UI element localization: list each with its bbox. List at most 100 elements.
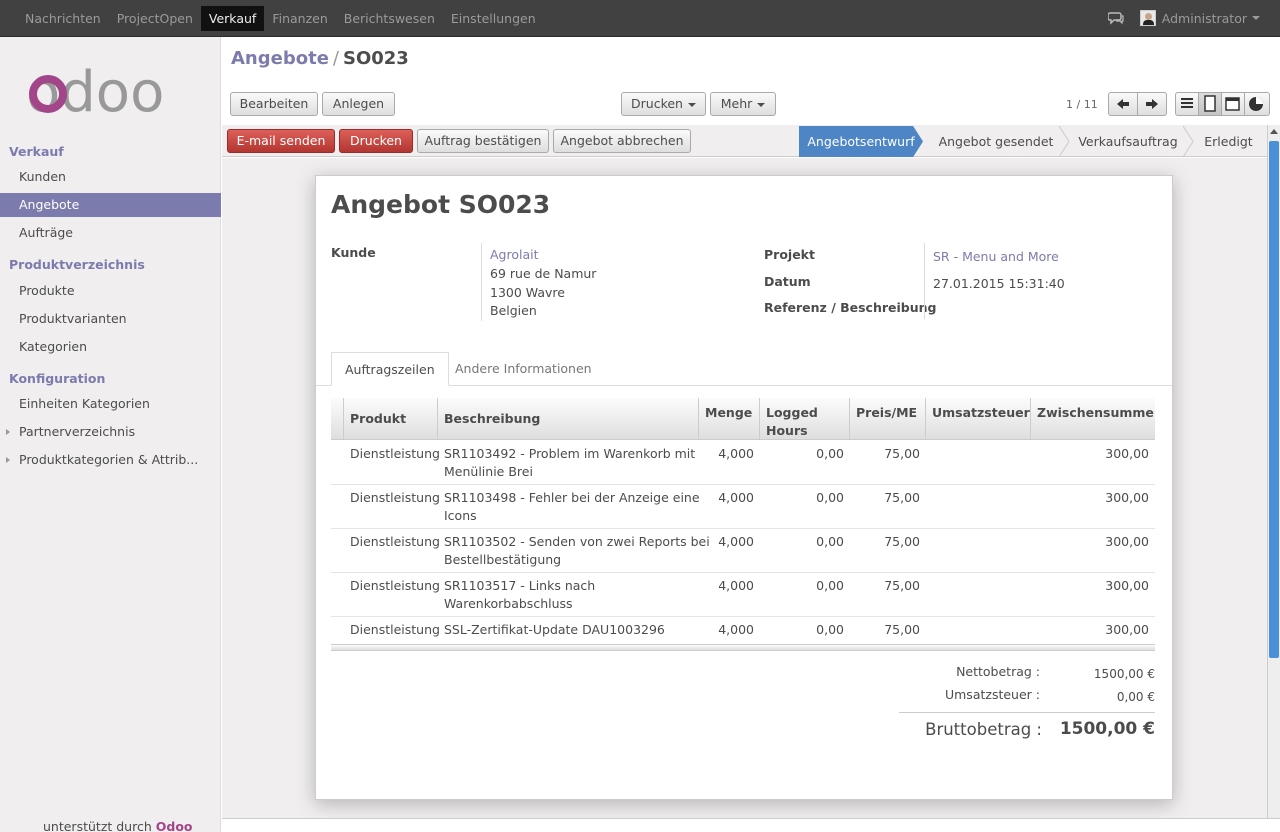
- cell-logged-hours[interactable]: 0,00: [759, 533, 844, 551]
- column-header-product[interactable]: Produkt: [350, 410, 406, 428]
- row-divider: [331, 572, 1155, 573]
- expand-arrow-icon[interactable]: [6, 457, 10, 463]
- customer-link[interactable]: Agrolait: [490, 247, 539, 262]
- cell-quantity[interactable]: 4,000: [698, 533, 754, 551]
- sidebar-item-produktvarianten[interactable]: Produktvarianten: [0, 307, 221, 331]
- menu-einstellungen[interactable]: Einstellungen: [443, 6, 544, 31]
- sidebar-item-einheiten-kategorien[interactable]: Einheiten Kategorien: [0, 392, 221, 416]
- cell-subtotal[interactable]: 300,00: [1030, 621, 1149, 639]
- menu-berichtswesen[interactable]: Berichtswesen: [336, 6, 443, 31]
- cell-price[interactable]: 75,00: [849, 489, 920, 507]
- scrollbar-thumb[interactable]: [1269, 141, 1279, 658]
- cancel-quotation-button[interactable]: Angebot abbrechen: [553, 129, 691, 153]
- cell-description[interactable]: SR1103498 - Fehler bei der Anzeige eine: [444, 489, 700, 507]
- column-header-tax[interactable]: Umsatzsteuer: [932, 404, 1030, 422]
- tab-auftragszeilen[interactable]: Auftragszeilen: [331, 352, 449, 386]
- cell-product[interactable]: Dienstleistung: [350, 621, 440, 639]
- stage-erledigt[interactable]: Erledigt: [1196, 126, 1261, 157]
- section-verkauf: Verkauf: [9, 144, 64, 159]
- column-header-subtotal[interactable]: Zwischensumme: [1037, 404, 1154, 422]
- cell-product[interactable]: Dienstleistung: [350, 533, 440, 551]
- breadcrumb-current: SO023: [342, 48, 409, 69]
- sidebar-item-kategorien[interactable]: Kategorien: [0, 335, 221, 359]
- row-divider: [331, 484, 1155, 485]
- sidebar-item-kunden[interactable]: Kunden: [0, 165, 221, 189]
- sidebar-item-partnerverzeichnis[interactable]: Partnerverzeichnis: [0, 420, 221, 444]
- calendar-view-button[interactable]: [1221, 92, 1245, 116]
- chat-icon[interactable]: [1107, 11, 1124, 25]
- menu-finanzen[interactable]: Finanzen: [264, 6, 335, 31]
- print-dropdown[interactable]: Drucken: [621, 92, 706, 116]
- cell-logged-hours[interactable]: 0,00: [759, 577, 844, 595]
- column-header-quantity[interactable]: Menge: [705, 404, 752, 422]
- powered-by-link[interactable]: Odoo: [156, 819, 193, 832]
- cell-quantity[interactable]: 4,000: [698, 577, 754, 595]
- sidebar-item-angebote[interactable]: Angebote: [0, 193, 221, 217]
- confirm-order-button[interactable]: Auftrag bestätigen: [417, 129, 549, 153]
- stage-angebot-gesendet[interactable]: Angebot gesendet: [932, 126, 1060, 157]
- print-button[interactable]: Drucken: [339, 129, 413, 153]
- cell-logged-hours[interactable]: 0,00: [759, 445, 844, 463]
- cell-price[interactable]: 75,00: [849, 621, 920, 639]
- cell-subtotal[interactable]: 300,00: [1030, 533, 1149, 551]
- cell-description[interactable]: SR1103502 - Senden von zwei Reports bei: [444, 533, 710, 551]
- cell-price[interactable]: 75,00: [849, 533, 920, 551]
- column-separator: [698, 398, 699, 440]
- cell-quantity[interactable]: 4,000: [698, 621, 754, 639]
- arrow-right-icon: [1146, 99, 1158, 109]
- cell-price[interactable]: 75,00: [849, 445, 920, 463]
- graph-view-button[interactable]: [1244, 92, 1270, 116]
- menu-verkauf[interactable]: Verkauf: [200, 6, 265, 31]
- cell-product[interactable]: Dienstleistung: [350, 489, 440, 507]
- next-record-button[interactable]: [1137, 92, 1167, 116]
- column-header-logged-hours[interactable]: Logged Hours: [766, 404, 818, 440]
- cell-subtotal[interactable]: 300,00: [1030, 489, 1149, 507]
- cell-description-cont[interactable]: Warenkorbabschluss: [444, 595, 573, 613]
- cell-description-cont[interactable]: Bestellbestätigung: [444, 551, 561, 569]
- more-dropdown[interactable]: Mehr: [710, 92, 776, 116]
- sidebar-item-produkte[interactable]: Produkte: [0, 279, 221, 303]
- stage-angebotsentwurf[interactable]: Angebotsentwurf: [799, 126, 923, 157]
- sidebar-item-auftraege[interactable]: Aufträge: [0, 221, 221, 245]
- user-name[interactable]: Administrator: [1162, 11, 1247, 26]
- customer-address-line: Belgien: [490, 303, 537, 318]
- cell-description-cont[interactable]: Icons: [444, 507, 477, 525]
- send-email-button[interactable]: E-mail senden: [227, 129, 335, 153]
- cell-description-cont[interactable]: Menülinie Brei: [444, 463, 533, 481]
- cell-description[interactable]: SR1103492 - Problem im Warenkorb mit: [444, 445, 695, 463]
- cell-description[interactable]: SSL-Zertifikat-Update DAU1003296: [444, 621, 665, 639]
- stage-verkaufsauftrag[interactable]: Verkaufsauftrag: [1070, 126, 1186, 157]
- column-header-description[interactable]: Beschreibung: [444, 410, 540, 428]
- cell-subtotal[interactable]: 300,00: [1030, 445, 1149, 463]
- cell-description[interactable]: SR1103517 - Links nach: [444, 577, 595, 595]
- previous-record-button[interactable]: [1108, 92, 1138, 116]
- cell-product[interactable]: Dienstleistung: [350, 445, 440, 463]
- cell-quantity[interactable]: 4,000: [698, 489, 754, 507]
- menu-nachrichten[interactable]: Nachrichten: [17, 6, 109, 31]
- cell-logged-hours[interactable]: 0,00: [759, 489, 844, 507]
- form-view-button[interactable]: [1198, 92, 1222, 116]
- chevron-down-icon[interactable]: [1252, 16, 1260, 20]
- cell-product[interactable]: Dienstleistung: [350, 577, 440, 595]
- breadcrumb-parent[interactable]: Angebote: [231, 48, 329, 69]
- project-link[interactable]: SR - Menu and More: [933, 249, 1059, 264]
- menu-projectopen[interactable]: ProjectOpen: [109, 6, 201, 31]
- edit-button[interactable]: Bearbeiten: [230, 92, 318, 116]
- net-amount-label: Nettobetrag :: [956, 664, 1040, 679]
- user-avatar[interactable]: [1139, 10, 1156, 26]
- column-header-price[interactable]: Preis/ME: [856, 404, 917, 422]
- scrollbar[interactable]: [1267, 125, 1280, 818]
- pie-chart-icon: [1249, 97, 1263, 111]
- cell-logged-hours[interactable]: 0,00: [759, 621, 844, 639]
- odoo-logo[interactable]: odoo: [26, 67, 196, 117]
- sidebar-item-produktkategorien[interactable]: Produktkategorien & Attrib...: [0, 448, 221, 472]
- top-menu-bar: Nachrichten ProjectOpen Verkauf Finanzen…: [0, 0, 1280, 37]
- tab-andere-informationen[interactable]: Andere Informationen: [442, 352, 605, 386]
- cell-subtotal[interactable]: 300,00: [1030, 577, 1149, 595]
- create-button[interactable]: Anlegen: [322, 92, 395, 116]
- list-view-button[interactable]: [1175, 92, 1199, 116]
- expand-arrow-icon[interactable]: [6, 429, 10, 435]
- scroll-up-icon[interactable]: [1270, 129, 1278, 134]
- cell-quantity[interactable]: 4,000: [698, 445, 754, 463]
- cell-price[interactable]: 75,00: [849, 577, 920, 595]
